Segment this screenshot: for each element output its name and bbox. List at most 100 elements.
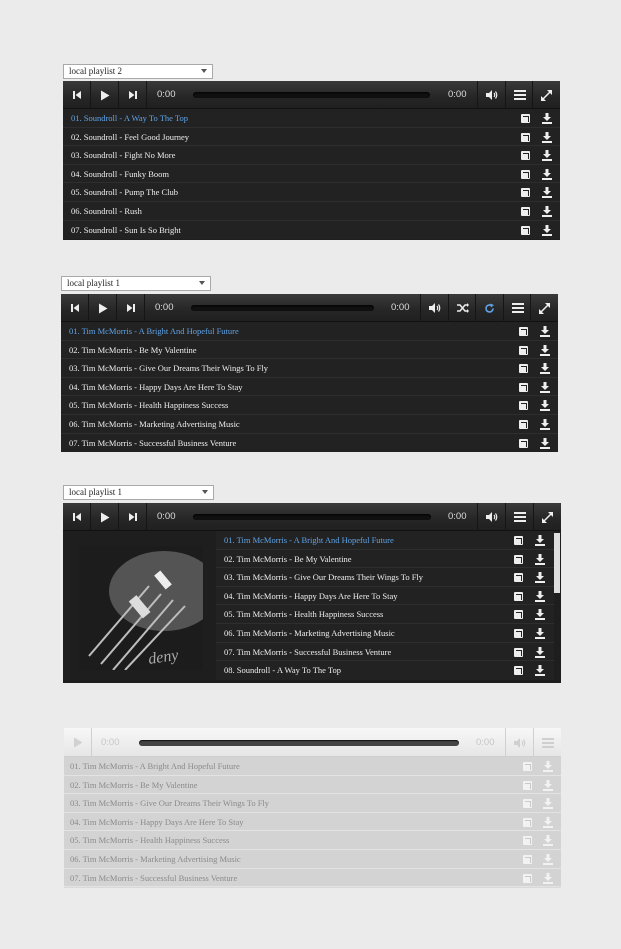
playlist-toggle-button[interactable] bbox=[533, 728, 561, 757]
list-item[interactable]: 03. Soundroll - Fight No More bbox=[63, 146, 560, 165]
download-icon[interactable] bbox=[535, 553, 545, 565]
repeat-button[interactable] bbox=[475, 294, 503, 322]
list-item[interactable]: 04. Soundroll - Funky Boom bbox=[63, 164, 560, 184]
download-icon[interactable] bbox=[542, 224, 552, 236]
download-icon[interactable] bbox=[535, 609, 545, 621]
download-icon[interactable] bbox=[540, 326, 550, 337]
download-icon[interactable] bbox=[540, 400, 550, 412]
volume-button[interactable] bbox=[420, 294, 448, 322]
seek-bar[interactable] bbox=[193, 92, 430, 98]
shuffle-button[interactable] bbox=[448, 294, 476, 322]
external-link-icon[interactable] bbox=[519, 327, 528, 336]
external-link-icon[interactable] bbox=[523, 762, 532, 771]
external-link-icon[interactable] bbox=[523, 836, 532, 846]
playlist-toggle-button[interactable] bbox=[505, 81, 533, 109]
external-link-icon[interactable] bbox=[523, 780, 532, 790]
list-item[interactable]: 03. Tim McMorris - Give Our Dreams Their… bbox=[216, 568, 554, 587]
list-item[interactable]: 05. Tim McMorris - Health Happiness Succ… bbox=[64, 831, 561, 850]
list-item[interactable]: 07. Tim McMorris - Successful Business V… bbox=[216, 642, 554, 662]
external-link-icon[interactable] bbox=[521, 114, 530, 123]
external-link-icon[interactable] bbox=[519, 401, 528, 411]
external-link-icon[interactable] bbox=[523, 817, 532, 827]
list-item[interactable]: 03. Tim McMorris - Give Our Dreams Their… bbox=[61, 359, 558, 378]
external-link-icon[interactable] bbox=[523, 873, 532, 883]
list-item[interactable]: 07. Tim McMorris - Successful Business V… bbox=[61, 433, 558, 453]
external-link-icon[interactable] bbox=[521, 151, 530, 161]
external-link-icon[interactable] bbox=[514, 536, 523, 545]
external-link-icon[interactable] bbox=[514, 628, 523, 638]
prev-button[interactable] bbox=[61, 294, 89, 322]
download-icon[interactable] bbox=[535, 627, 545, 639]
seek-bar[interactable] bbox=[191, 305, 374, 311]
external-link-icon[interactable] bbox=[521, 225, 530, 235]
fullscreen-button[interactable] bbox=[532, 81, 560, 109]
list-item[interactable]: 01. Tim McMorris - A Bright And Hopeful … bbox=[64, 757, 561, 776]
list-item[interactable]: 06. Soundroll - Rush bbox=[63, 201, 560, 221]
list-item[interactable]: 05. Tim McMorris - Health Happiness Succ… bbox=[61, 396, 558, 415]
external-link-icon[interactable] bbox=[514, 647, 523, 657]
volume-button[interactable] bbox=[477, 81, 505, 109]
fullscreen-button[interactable] bbox=[530, 294, 558, 322]
list-item[interactable]: 06. Tim McMorris - Marketing Advertising… bbox=[61, 414, 558, 434]
download-icon[interactable] bbox=[540, 418, 550, 430]
play-button[interactable] bbox=[91, 503, 119, 531]
external-link-icon[interactable] bbox=[521, 206, 530, 216]
external-link-icon[interactable] bbox=[514, 591, 523, 601]
play-button[interactable] bbox=[89, 294, 117, 322]
external-link-icon[interactable] bbox=[519, 345, 528, 355]
next-button[interactable] bbox=[117, 294, 145, 322]
list-item[interactable]: 01. Tim McMorris - A Bright And Hopeful … bbox=[61, 322, 558, 341]
list-item[interactable]: 05. Soundroll - Pump The Club bbox=[63, 183, 560, 202]
volume-button[interactable] bbox=[477, 503, 505, 531]
list-item[interactable]: 06. Tim McMorris - Marketing Advertising… bbox=[216, 623, 554, 643]
download-icon[interactable] bbox=[543, 798, 553, 810]
download-icon[interactable] bbox=[542, 168, 552, 180]
prev-button[interactable] bbox=[63, 503, 91, 531]
list-item[interactable]: 04. Tim McMorris - Happy Days Are Here T… bbox=[64, 812, 561, 832]
external-link-icon[interactable] bbox=[514, 610, 523, 620]
list-item[interactable]: 01. Soundroll - A Way To The Top bbox=[63, 109, 560, 128]
list-item[interactable]: 04. Tim McMorris - Happy Days Are Here T… bbox=[61, 377, 558, 397]
list-item[interactable]: 02. Tim McMorris - Be My Valentine bbox=[61, 340, 558, 360]
download-icon[interactable] bbox=[535, 535, 545, 546]
download-icon[interactable] bbox=[535, 590, 545, 602]
download-icon[interactable] bbox=[543, 853, 553, 865]
download-icon[interactable] bbox=[543, 816, 553, 828]
external-link-icon[interactable] bbox=[519, 438, 528, 448]
download-icon[interactable] bbox=[540, 344, 550, 356]
list-item[interactable]: 03. Tim McMorris - Give Our Dreams Their… bbox=[64, 794, 561, 813]
download-icon[interactable] bbox=[540, 363, 550, 375]
fullscreen-button[interactable] bbox=[533, 503, 561, 531]
list-item[interactable]: 06. Tim McMorris - Marketing Advertising… bbox=[64, 849, 561, 869]
list-item[interactable]: 07. Soundroll - Sun Is So Bright bbox=[63, 220, 560, 240]
play-button[interactable] bbox=[64, 728, 92, 757]
prev-button[interactable] bbox=[63, 81, 91, 109]
download-icon[interactable] bbox=[540, 381, 550, 393]
external-link-icon[interactable] bbox=[523, 854, 532, 864]
list-item[interactable]: 08. Soundroll - A Way To The Top bbox=[216, 661, 554, 680]
download-icon[interactable] bbox=[542, 150, 552, 162]
play-button[interactable] bbox=[91, 81, 119, 109]
download-icon[interactable] bbox=[540, 437, 550, 449]
next-button[interactable] bbox=[119, 503, 147, 531]
external-link-icon[interactable] bbox=[521, 132, 530, 142]
list-item[interactable]: 01. Tim McMorris - A Bright And Hopeful … bbox=[216, 531, 554, 550]
download-icon[interactable] bbox=[543, 761, 553, 772]
next-button[interactable] bbox=[119, 81, 147, 109]
external-link-icon[interactable] bbox=[521, 188, 530, 198]
external-link-icon[interactable] bbox=[519, 419, 528, 429]
external-link-icon[interactable] bbox=[519, 364, 528, 374]
download-icon[interactable] bbox=[542, 187, 552, 199]
seek-bar[interactable] bbox=[193, 514, 431, 520]
download-icon[interactable] bbox=[543, 835, 553, 847]
list-item[interactable]: 07. Tim McMorris - Successful Business V… bbox=[64, 868, 561, 888]
list-item[interactable]: 04. Tim McMorris - Happy Days Are Here T… bbox=[216, 586, 554, 606]
external-link-icon[interactable] bbox=[514, 573, 523, 583]
download-icon[interactable] bbox=[542, 131, 552, 143]
download-icon[interactable] bbox=[535, 665, 545, 677]
list-item[interactable]: 02. Soundroll - Feel Good Journey bbox=[63, 127, 560, 147]
playlist-select[interactable]: local playlist 1 bbox=[61, 276, 211, 291]
download-icon[interactable] bbox=[542, 205, 552, 217]
external-link-icon[interactable] bbox=[523, 799, 532, 809]
download-icon[interactable] bbox=[543, 872, 553, 884]
